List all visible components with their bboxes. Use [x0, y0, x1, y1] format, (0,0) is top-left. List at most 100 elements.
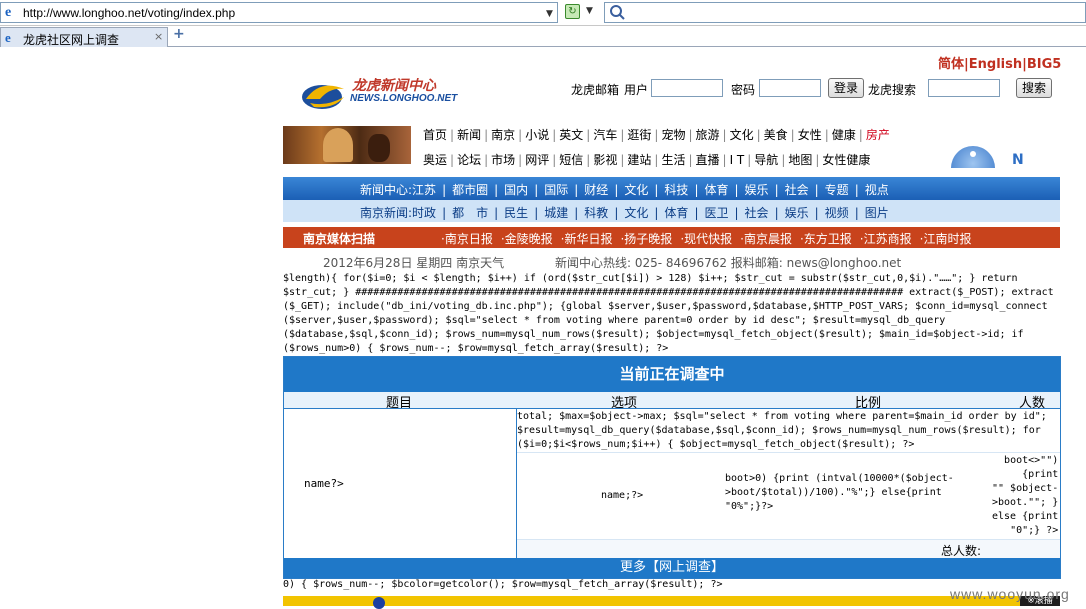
nav-link[interactable]: 文化 [730, 128, 754, 142]
code-line: $length){ for($i=0; $i < $length; $i++) … [283, 273, 1018, 284]
code-line: boot>0) {print (intval(10000*($object- [725, 473, 954, 484]
lang-simplified-link[interactable]: 简体 [938, 57, 964, 72]
media-link[interactable]: ·扬子晚报 [620, 232, 672, 246]
bar-link[interactable]: 都市圈 [452, 183, 488, 197]
close-icon[interactable]: × [154, 30, 163, 43]
media-link[interactable]: ·金陵晚报 [501, 232, 553, 246]
nav-link[interactable]: 汽车 [593, 128, 617, 142]
ie-page-icon: e [5, 5, 12, 20]
site-search-input[interactable] [928, 79, 1000, 97]
nav-link[interactable]: 南京 [491, 128, 515, 142]
bar-link[interactable]: 科技 [664, 183, 688, 197]
nav-link[interactable]: 美食 [764, 128, 788, 142]
bar-link[interactable]: 社会 [745, 206, 769, 220]
bar-link[interactable]: 国内 [504, 183, 528, 197]
separator: | [854, 206, 859, 220]
bullet-icon [373, 597, 385, 609]
nav-link[interactable]: 小说 [525, 128, 549, 142]
chevron-down-icon[interactable]: ▼ [546, 9, 553, 19]
media-link[interactable]: ·现代快报 [680, 232, 732, 246]
media-link[interactable]: ·新华日报 [561, 232, 613, 246]
nav-link[interactable]: I T [730, 153, 745, 167]
bar-link[interactable]: 视点 [865, 183, 889, 197]
bar-link[interactable]: 科教 [584, 206, 608, 220]
user-input[interactable] [651, 79, 723, 97]
media-link[interactable]: ·南京晨报 [740, 232, 792, 246]
bar-link[interactable]: 娱乐 [785, 206, 809, 220]
lang-big5-link[interactable]: BIG5 [1027, 57, 1061, 72]
bar-link[interactable]: 医卫 [704, 206, 728, 220]
search-button[interactable]: 搜索 [1016, 78, 1052, 98]
nav-link[interactable]: 直播 [696, 153, 720, 167]
nav-link[interactable]: 英文 [559, 128, 583, 142]
tail-php-code: 0) { $rows_num--; $bcolor=getcolor(); $r… [283, 579, 723, 590]
poll-more-link[interactable]: 更多【网上调查】 [284, 558, 1060, 578]
separator: | [774, 206, 779, 220]
bottom-banner [283, 596, 1060, 606]
site-logo[interactable]: 龙虎新闻中心 NEWS.LONGHOO.NET [300, 73, 460, 111]
bar-link[interactable]: 体育 [664, 206, 688, 220]
bar-link[interactable]: 图片 [865, 206, 889, 220]
nav-link[interactable]: 宠物 [661, 128, 685, 142]
separator: | [574, 206, 579, 220]
bar-link[interactable]: 时政 [412, 206, 436, 220]
address-url[interactable]: http://www.longhoo.net/voting/index.php [23, 6, 235, 20]
bar-link[interactable]: 财经 [584, 183, 608, 197]
nav-link[interactable]: 逛街 [627, 128, 651, 142]
bar-link[interactable]: 都 市 [452, 206, 488, 220]
media-link[interactable]: ·东方卫报 [800, 232, 852, 246]
media-link[interactable]: ·江苏商报 [860, 232, 912, 246]
nav-link[interactable]: 建站 [627, 153, 651, 167]
tab-voting[interactable]: e 龙虎社区网上调查 × [0, 27, 168, 47]
browser-search-input[interactable] [604, 2, 1086, 23]
media-link[interactable]: ·江南时报 [920, 232, 972, 246]
nav-link[interactable]: 新闻 [457, 128, 481, 142]
address-bar[interactable]: e http://www.longhoo.net/voting/index.ph… [0, 2, 558, 23]
new-tab-button[interactable]: + [173, 26, 185, 42]
bar-link[interactable]: 体育 [704, 183, 728, 197]
separator: | [747, 153, 752, 167]
poll-title: 当前正在调查中 [284, 357, 1060, 392]
refresh-button[interactable]: ↻ [565, 4, 580, 19]
separator: | [814, 206, 819, 220]
bar-link[interactable]: 国际 [544, 183, 568, 197]
chevron-down-icon[interactable]: ▼ [586, 6, 593, 16]
bar-link[interactable]: 娱乐 [745, 183, 769, 197]
bar-link[interactable]: 文化 [624, 206, 648, 220]
nav-link[interactable]: 旅游 [696, 128, 720, 142]
login-button[interactable]: 登录 [828, 78, 864, 98]
password-input[interactable] [759, 79, 821, 97]
nav-link[interactable]: 导航 [754, 153, 778, 167]
nav-link[interactable]: 论坛 [457, 153, 481, 167]
nav-link[interactable]: 女性 [798, 128, 822, 142]
bar-link[interactable]: 专题 [825, 183, 849, 197]
option-name: name;?> [601, 490, 644, 501]
nav-link[interactable]: 健康 [832, 128, 856, 142]
nav-link[interactable]: 女性健康 [822, 153, 870, 167]
nav-link[interactable]: 生活 [661, 153, 685, 167]
bar-link[interactable]: 民生 [504, 206, 528, 220]
nav-link[interactable]: 市场 [491, 153, 515, 167]
separator: | [654, 183, 659, 197]
separator: | [586, 153, 591, 167]
separator: | [694, 206, 699, 220]
nav-link[interactable]: 首页 [423, 128, 447, 142]
banner-figure [368, 134, 390, 162]
bar-link[interactable]: 视频 [825, 206, 849, 220]
bar-link[interactable]: 城建 [544, 206, 568, 220]
bar-link[interactable]: 江苏 [412, 183, 436, 197]
nav-link[interactable]: 短信 [559, 153, 583, 167]
media-link[interactable]: ·南京日报 [441, 232, 493, 246]
separator: | [552, 128, 557, 142]
bar-link[interactable]: 社会 [785, 183, 809, 197]
separator: | [534, 183, 539, 197]
nav-link[interactable]: 奥运 [423, 153, 447, 167]
lang-english-link[interactable]: English [969, 57, 1022, 72]
nav-link[interactable]: 房产 [866, 128, 890, 142]
nav-link[interactable]: 影视 [593, 153, 617, 167]
nav-link[interactable]: 网评 [525, 153, 549, 167]
bar-link[interactable]: 文化 [624, 183, 648, 197]
banner-image[interactable] [283, 126, 411, 164]
nav-link[interactable]: 地图 [788, 153, 812, 167]
code-line: {print [1022, 469, 1059, 480]
